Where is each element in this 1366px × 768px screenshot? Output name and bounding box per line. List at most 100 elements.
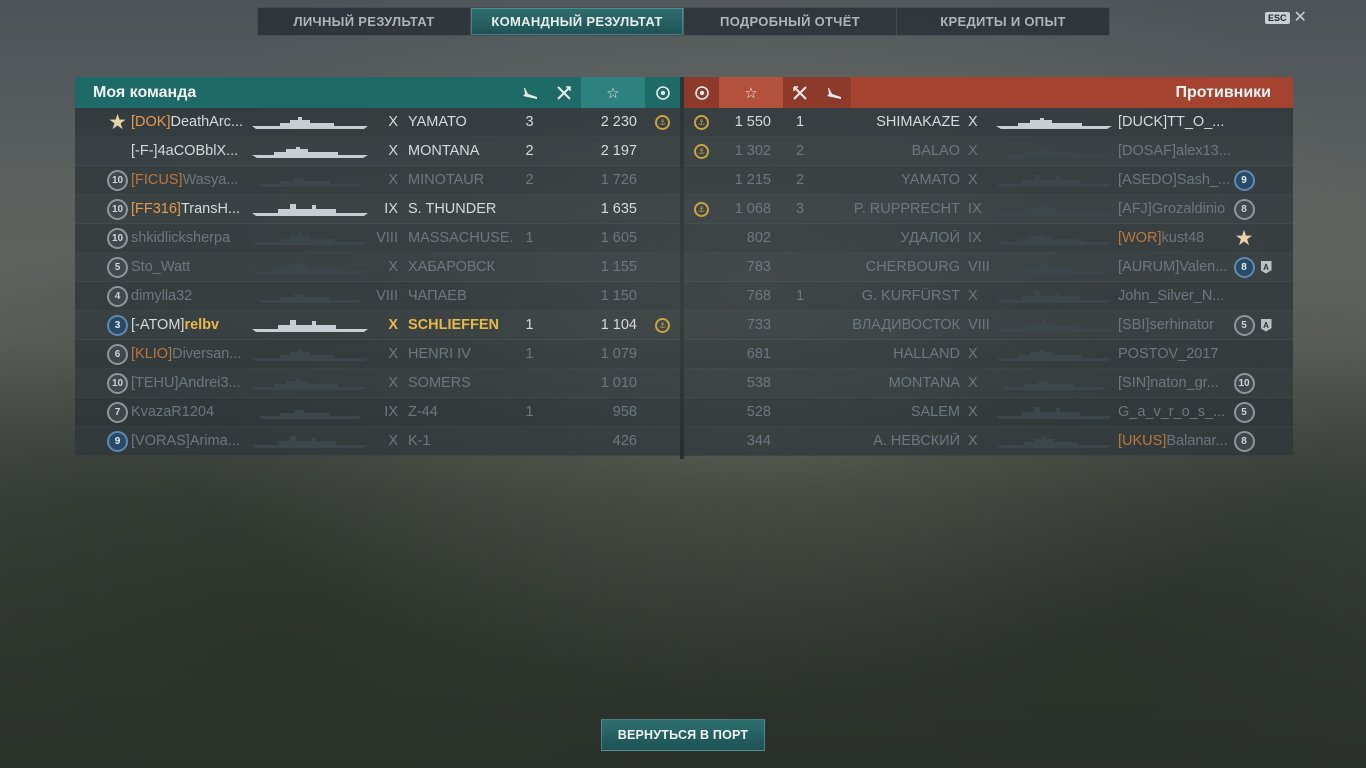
medal-icon[interactable]: ⚓: [655, 317, 670, 333]
kills-column-header[interactable]: [547, 77, 581, 108]
player-row[interactable]: 733 ВЛАДИВОСТОК VIII [SBI]serhinator 5 A: [684, 311, 1293, 340]
my-team-list: ★ [DOK]DeathArc... X YAMATO 3 2 230 ⚓ [-F-]4aCO…: [75, 108, 680, 456]
medals-column-header[interactable]: [684, 77, 719, 108]
rank-badge-icon: 5: [107, 256, 128, 278]
player-row[interactable]: 681 HALLAND X POSTOV_2017: [684, 340, 1293, 369]
ship-name: G. KURFÜRST: [861, 288, 960, 304]
xp-value: 344: [746, 433, 771, 449]
player-row[interactable]: 802 УДАЛОЙ IX [WOR]kust48 ★: [684, 224, 1293, 253]
close-icon[interactable]: ✕: [1294, 10, 1307, 26]
player-row[interactable]: ⚓ 1 302 2 BALAO X [DOSAF]alex13...: [684, 137, 1293, 166]
player-row[interactable]: 783 CHERBOURG VIII [AURUM]Valen... 8 A: [684, 253, 1293, 282]
player-row[interactable]: 10 shkidlicksherpa VIII MASSACHUSE... 1 1 605: [75, 224, 680, 253]
tab-personal-result[interactable]: ЛИЧНЫЙ РЕЗУЛЬТАТ: [258, 8, 471, 35]
kills-value: 3: [795, 201, 805, 217]
my-team-header: Моя команда ☆: [75, 77, 680, 108]
rank-cell: 6: [75, 343, 131, 365]
enemy-team-panel: ☆ Противники ⚓ 1 550 1 SHIMAKAZE X [DUCK]TT_O…: [684, 77, 1293, 459]
player-name-cell: [-ATOM]relbv: [131, 317, 246, 333]
xp-value: 1 068: [734, 201, 771, 217]
player-row[interactable]: 10 [TEHU]Andrei3... X SOMERS 1 010: [75, 369, 680, 398]
player-name: Arima...: [189, 433, 240, 449]
return-to-port-button[interactable]: ВЕРНУТЬСЯ В ПОРТ: [601, 719, 765, 751]
player-row[interactable]: 7 KvazaR1204 IX Z-44 1 958: [75, 398, 680, 427]
medal-icon[interactable]: ⚓: [694, 201, 709, 217]
ship-silhouette-icon: [990, 259, 1118, 275]
player-row[interactable]: 6 [KLIO]Diversan... X HENRI IV 1 1 079: [75, 340, 680, 369]
xp-value: 538: [746, 375, 771, 391]
clan-tag: [DOSAF]: [1118, 143, 1177, 159]
planes-shot-column-header[interactable]: [817, 77, 851, 108]
player-row[interactable]: 768 1 G. KURFÜRST X John_Silver_N...: [684, 282, 1293, 311]
ship-name: ВЛАДИВОСТОК: [852, 317, 960, 333]
medals-column-header[interactable]: [645, 77, 680, 108]
clan-tag: [AURUM]: [1118, 259, 1180, 275]
rank-cell: 9: [75, 430, 131, 452]
player-row[interactable]: 5 Sto_Watt X ХАБАРОВСК 1 155: [75, 253, 680, 282]
player-row[interactable]: 10 [FICUS]Wasya... X MINOTAUR 2 1 726: [75, 166, 680, 195]
my-team-panel: Моя команда ☆ ★ [DOK]DeathArc... X YAMATO 3 2…: [75, 77, 680, 459]
player-name-cell: John_Silver_N...: [1118, 288, 1230, 304]
ship-silhouette-icon: [990, 114, 1118, 130]
player-name-cell: [FICUS]Wasya...: [131, 172, 246, 188]
ship-silhouette-icon: [990, 346, 1118, 362]
xp-value: 802: [746, 230, 771, 246]
tab-credits-xp[interactable]: КРЕДИТЫ И ОПЫТ: [897, 8, 1109, 35]
player-name: dimylla32: [131, 288, 193, 304]
player-row[interactable]: 9 [VORAS]Arima... X K-1 426: [75, 427, 680, 456]
player-row[interactable]: 344 А. НЕВСКИЙ X [UKUS]Balanar... 8: [684, 427, 1293, 456]
player-name: Wasya...: [182, 172, 239, 188]
player-row[interactable]: 528 SALEM X G_a_v_r_o_s_... 5: [684, 398, 1293, 427]
ship-name: K-1: [408, 433, 431, 449]
player-name: POSTOV_2017: [1118, 346, 1219, 362]
ship-silhouette-icon: [990, 201, 1118, 217]
ship-tier: VIII: [376, 230, 398, 246]
close-button[interactable]: ESC ✕: [1265, 10, 1307, 26]
medal-cell: ⚓: [645, 317, 680, 333]
planes-shot-column-header[interactable]: [512, 77, 547, 108]
xp-value: 783: [746, 259, 771, 275]
xp-column-header[interactable]: ☆: [581, 77, 645, 108]
player-row[interactable]: ⚓ 1 068 3 P. RUPPRECHT IX [AFJ]Grozaldinio 8: [684, 195, 1293, 224]
ship-silhouette-icon: [990, 143, 1118, 159]
rank-badge-icon: 3: [107, 314, 128, 336]
player-row[interactable]: 1 215 2 YAMATO X [ASEDO]Sash_... 9: [684, 166, 1293, 195]
ship-tier: X: [388, 143, 398, 159]
player-row[interactable]: 538 MONTANA X [SIN]naton_gr... 10: [684, 369, 1293, 398]
player-row[interactable]: [-F-]4aCOBblX... X MONTANA 2 2 197: [75, 137, 680, 166]
player-row[interactable]: ★ [DOK]DeathArc... X YAMATO 3 2 230 ⚓: [75, 108, 680, 137]
player-row[interactable]: 10 [FF316]TransH... IX S. THUNDER 1 635: [75, 195, 680, 224]
ship-silhouette-icon: [990, 230, 1118, 246]
player-name: shkidlicksherpa: [131, 230, 231, 246]
player-name-cell: [TEHU]Andrei3...: [131, 375, 246, 391]
ship-tier: X: [388, 375, 398, 391]
enemy-team-title: Противники: [1175, 83, 1272, 101]
player-name: alex13...: [1176, 143, 1230, 159]
ship-silhouette-icon: [246, 201, 374, 217]
player-name: DeathArc...: [170, 114, 244, 130]
player-name: KvazaR1204: [131, 404, 215, 420]
player-name-cell: [KLIO]Diversan...: [131, 346, 246, 362]
player-row[interactable]: ⚓ 1 550 1 SHIMAKAZE X [DUCK]TT_O_...: [684, 108, 1293, 137]
medal-icon[interactable]: ⚓: [655, 114, 670, 130]
medal-icon[interactable]: ⚓: [694, 143, 709, 159]
kills-column-header[interactable]: [783, 77, 817, 108]
tab-team-result[interactable]: КОМАНДНЫЙ РЕЗУЛЬТАТ: [471, 8, 684, 35]
planes-shot-value: 1: [525, 317, 534, 333]
rank-cell: 10: [75, 372, 131, 394]
player-row[interactable]: 4 dimylla32 VIII ЧАПАЕВ 1 150: [75, 282, 680, 311]
rank-badge-icon: 6: [107, 343, 128, 365]
medal-icon[interactable]: ⚓: [694, 114, 709, 130]
ship-tier: VIII: [376, 288, 398, 304]
player-name-cell: G_a_v_r_o_s_...: [1118, 404, 1230, 420]
ship-tier: X: [968, 375, 978, 391]
medal-cell: ⚓: [645, 114, 680, 130]
ship-tier: X: [388, 346, 398, 362]
player-name-cell: Sto_Watt: [131, 259, 246, 275]
player-name-cell: shkidlicksherpa: [131, 230, 246, 246]
tab-detailed-report[interactable]: ПОДРОБНЫЙ ОТЧЁТ: [684, 8, 897, 35]
medal-cell: ⚓: [684, 114, 719, 130]
xp-column-header[interactable]: ☆: [719, 77, 783, 108]
player-row[interactable]: 3 [-ATOM]relbv X SCHLIEFFEN 1 1 104 ⚓: [75, 311, 680, 340]
esc-key-hint: ESC: [1265, 12, 1290, 24]
